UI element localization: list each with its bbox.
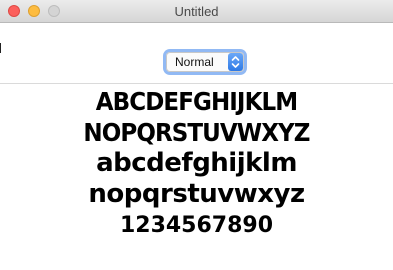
sample-uppercase-n-z: NOPQRSTUVWXYZ	[83, 118, 310, 147]
style-popup-button[interactable]: Normal	[166, 52, 244, 72]
sample-lowercase-a-m: abcdefghijklm	[96, 148, 297, 178]
edge-mark	[0, 43, 1, 53]
sample-lowercase-n-z: nopqrstuvwxyz	[88, 179, 305, 209]
font-preview-window: Untitled Normal ABCDEFGHIJKLM NOPQRSTUVW…	[0, 0, 393, 270]
chevron-updown-icon	[228, 53, 243, 71]
title-bar[interactable]: Untitled	[0, 0, 393, 23]
sample-uppercase-a-m: ABCDEFGHIJKLM	[95, 87, 298, 116]
font-sample-area: ABCDEFGHIJKLM NOPQRSTUVWXYZ abcdefghijkl…	[0, 86, 393, 270]
toolbar: Normal	[0, 23, 393, 84]
window-title: Untitled	[174, 4, 219, 19]
sample-digits: 1234567890	[119, 213, 274, 238]
style-popup-label: Normal	[175, 55, 214, 69]
